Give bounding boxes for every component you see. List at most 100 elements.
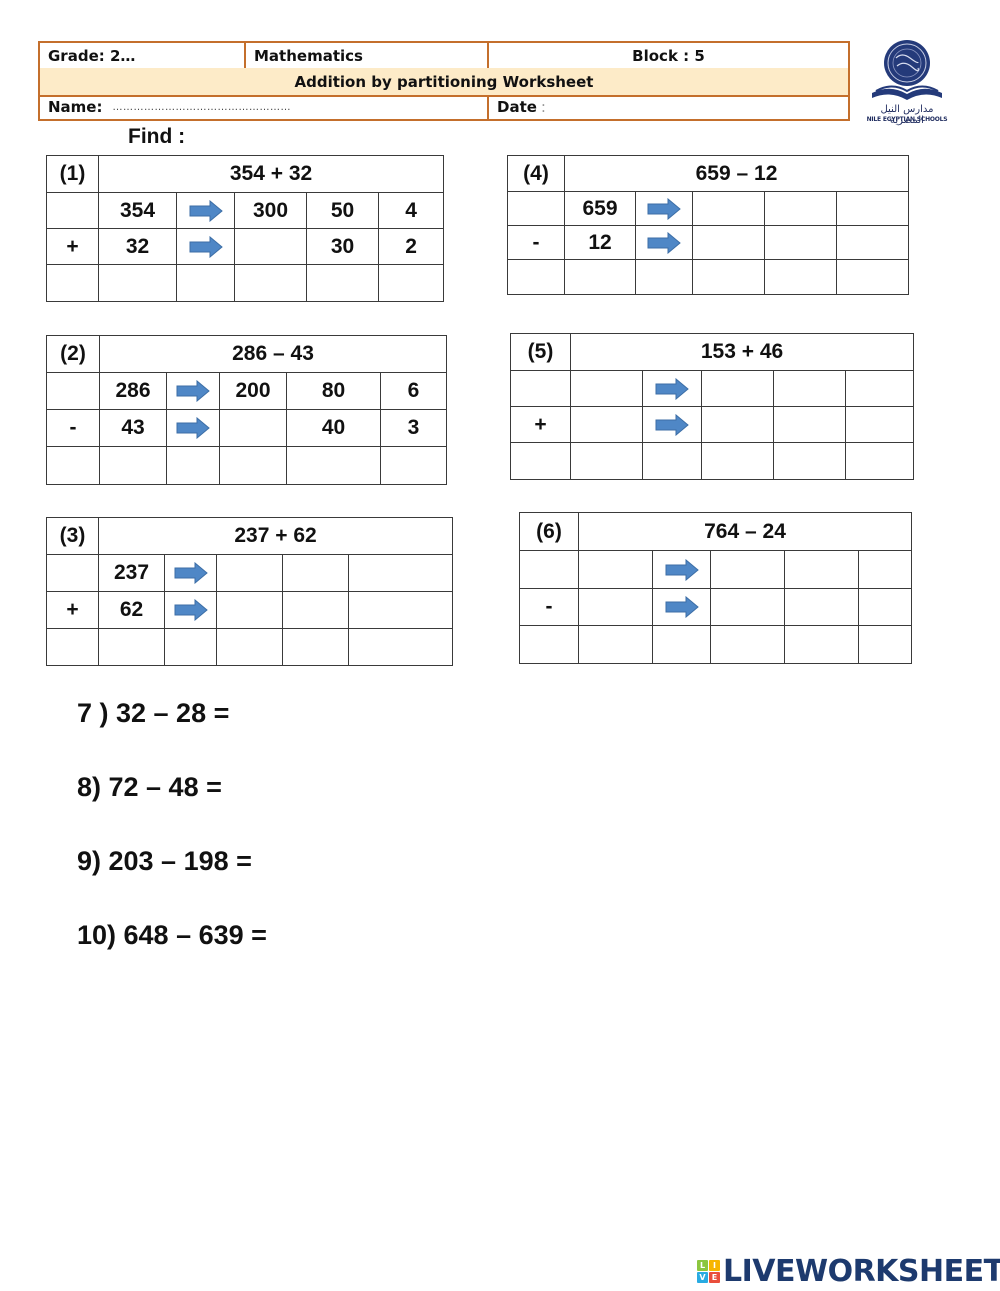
answer-cell[interactable] bbox=[564, 259, 636, 295]
answer-cell[interactable] bbox=[784, 550, 859, 589]
answer-cell[interactable] bbox=[347, 628, 454, 666]
answer-cell[interactable] bbox=[379, 446, 448, 485]
arrow-cell bbox=[652, 588, 711, 626]
answer-cell[interactable] bbox=[844, 406, 915, 443]
arrow-cell bbox=[176, 228, 235, 265]
problem-expression: 354 + 32 bbox=[97, 155, 445, 193]
answer-cell[interactable] bbox=[46, 264, 99, 302]
answer-cell[interactable] bbox=[835, 191, 910, 226]
problem-number: (4) bbox=[507, 155, 565, 192]
arrow-cell bbox=[166, 409, 220, 447]
answer-cell[interactable] bbox=[347, 591, 454, 629]
answer-cell[interactable] bbox=[857, 550, 913, 589]
answer-cell[interactable] bbox=[510, 442, 571, 480]
answer-cell[interactable] bbox=[784, 625, 859, 664]
answer-cell[interactable] bbox=[234, 228, 307, 265]
answer-cell[interactable] bbox=[347, 554, 454, 592]
answer-cell[interactable] bbox=[98, 628, 165, 666]
answer-cell[interactable] bbox=[578, 625, 653, 664]
problem-number: (2) bbox=[46, 335, 100, 373]
answer-cell[interactable] bbox=[519, 625, 579, 664]
answer-cell[interactable] bbox=[692, 191, 765, 226]
answer-cell[interactable] bbox=[99, 446, 167, 485]
partition-cell: 40 bbox=[286, 409, 381, 447]
answer-cell[interactable] bbox=[282, 591, 349, 629]
problem-table-1: (1) 354 + 32 354 300 50 4 +32 30 2 bbox=[46, 155, 445, 302]
answer-cell[interactable] bbox=[570, 442, 643, 480]
logo-english-text: NILE EGYPTIAN SCHOOLS bbox=[866, 116, 948, 123]
answer-cell[interactable] bbox=[46, 446, 100, 485]
subject-label: Mathematics bbox=[246, 43, 489, 68]
answer-cell[interactable] bbox=[570, 406, 643, 443]
answer-cell[interactable] bbox=[701, 442, 774, 480]
answer-cell[interactable] bbox=[164, 628, 217, 666]
answer-cell[interactable] bbox=[857, 625, 913, 664]
equation-8: 8) 72 – 48 = bbox=[77, 772, 222, 802]
answer-cell[interactable] bbox=[216, 628, 283, 666]
right-arrow-icon bbox=[176, 380, 210, 403]
number-cell: 62 bbox=[98, 591, 165, 629]
answer-cell[interactable] bbox=[176, 264, 235, 302]
answer-cell[interactable] bbox=[764, 225, 837, 260]
answer-cell[interactable] bbox=[773, 442, 846, 480]
name-field[interactable]: Name: …………………………………………… bbox=[40, 95, 489, 119]
problem-expression: 764 – 24 bbox=[577, 512, 913, 551]
answer-cell[interactable] bbox=[635, 259, 693, 295]
partition-cell: 6 bbox=[379, 372, 448, 410]
answer-cell[interactable] bbox=[710, 550, 785, 589]
answer-cell[interactable] bbox=[282, 628, 349, 666]
live-badge-icon: L I V E bbox=[697, 1260, 720, 1283]
right-arrow-icon bbox=[189, 235, 223, 258]
answer-cell[interactable] bbox=[692, 225, 765, 260]
problem-table-6: (6) 764 – 24 - bbox=[519, 512, 913, 664]
answer-cell[interactable] bbox=[835, 259, 910, 295]
answer-cell[interactable] bbox=[692, 259, 765, 295]
answer-cell[interactable] bbox=[234, 264, 307, 302]
answer-cell[interactable] bbox=[166, 446, 220, 485]
answer-cell[interactable] bbox=[570, 370, 643, 407]
answer-cell[interactable] bbox=[835, 225, 910, 260]
answer-cell[interactable] bbox=[216, 591, 283, 629]
answer-cell[interactable] bbox=[46, 628, 99, 666]
answer-cell[interactable] bbox=[216, 554, 283, 592]
answer-cell[interactable] bbox=[844, 370, 915, 407]
number-cell: 237 bbox=[98, 554, 165, 592]
problem-table-4: (4) 659 – 12 659-12 bbox=[507, 155, 910, 295]
answer-cell[interactable] bbox=[219, 409, 287, 447]
answer-cell[interactable] bbox=[701, 370, 774, 407]
answer-cell[interactable] bbox=[764, 191, 837, 226]
answer-cell[interactable] bbox=[219, 446, 287, 485]
school-logo: مدارس النيل المصرية NILE EGYPTIAN SCHOOL… bbox=[866, 36, 948, 126]
problem-table-3: (3) 237 + 62 237 +62 bbox=[46, 517, 454, 666]
arrow-cell bbox=[642, 370, 702, 407]
answer-cell[interactable] bbox=[710, 625, 785, 664]
answer-cell[interactable] bbox=[286, 446, 381, 485]
answer-cell[interactable] bbox=[701, 406, 774, 443]
liveworksheets-brand: L I V E LIVEWORKSHEETS bbox=[697, 1254, 1000, 1289]
answer-cell[interactable] bbox=[306, 264, 379, 302]
answer-cell[interactable] bbox=[507, 259, 565, 295]
answer-cell[interactable] bbox=[710, 588, 785, 626]
answer-cell[interactable] bbox=[578, 550, 653, 589]
equation-10: 10) 648 – 639 = bbox=[77, 920, 267, 950]
problem-expression: 237 + 62 bbox=[97, 517, 454, 555]
answer-cell[interactable] bbox=[377, 264, 445, 302]
grade-label: Grade: 2… bbox=[40, 43, 246, 68]
problem-expression: 286 – 43 bbox=[98, 335, 448, 373]
answer-cell[interactable] bbox=[773, 370, 846, 407]
answer-cell[interactable] bbox=[98, 264, 177, 302]
answer-cell[interactable] bbox=[844, 442, 915, 480]
right-arrow-icon bbox=[655, 377, 689, 400]
answer-cell[interactable] bbox=[857, 588, 913, 626]
number-cell: 43 bbox=[99, 409, 167, 447]
problem-expression: 659 – 12 bbox=[563, 155, 910, 192]
find-label: Find : bbox=[128, 125, 186, 148]
answer-cell[interactable] bbox=[642, 442, 702, 480]
answer-cell[interactable] bbox=[764, 259, 837, 295]
answer-cell[interactable] bbox=[784, 588, 859, 626]
date-field[interactable]: Date : bbox=[489, 95, 848, 119]
answer-cell[interactable] bbox=[282, 554, 349, 592]
answer-cell[interactable] bbox=[773, 406, 846, 443]
answer-cell[interactable] bbox=[652, 625, 711, 664]
answer-cell[interactable] bbox=[578, 588, 653, 626]
